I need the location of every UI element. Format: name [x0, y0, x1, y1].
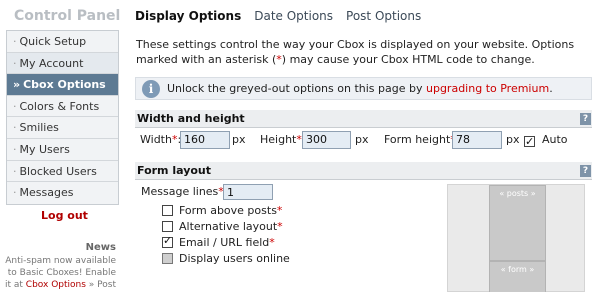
message-lines-row: Message lines*:: [141, 184, 273, 200]
height-input[interactable]: [302, 131, 351, 149]
form-height-label-text: Form height: [384, 133, 451, 146]
sidebar-item-quick-setup[interactable]: · Quick Setup: [7, 31, 118, 53]
email-url-field-checkbox[interactable]: [162, 234, 173, 248]
form-layout-heading: Form layout: [137, 164, 212, 177]
unlock-period: .: [549, 82, 553, 95]
sidebar-item-label: Cbox Options: [23, 78, 106, 92]
option-form-above-posts[interactable]: Form above posts*: [162, 204, 282, 217]
message-lines-label: Message lines*:: [141, 185, 228, 198]
unlock-banner: i Unlock the greyed-out options on this …: [135, 77, 592, 100]
message-lines-label-text: Message lines: [141, 185, 219, 198]
sidebar-item-smilies[interactable]: · Smilies: [7, 117, 118, 139]
control-panel-title: Control Panel: [14, 8, 121, 24]
width-height-heading: Width and height: [137, 112, 245, 125]
preview-posts-block: « posts »: [489, 185, 546, 261]
form-layout-section-header: Form layout ?: [135, 162, 592, 180]
auto-label: Auto: [542, 133, 568, 146]
unlock-message: Unlock the greyed-out options on this pa…: [167, 82, 423, 95]
upgrade-premium-link[interactable]: upgrading to Premium: [426, 82, 549, 95]
bullet-icon: ·: [13, 142, 17, 156]
option-label: Form above posts: [179, 204, 277, 217]
sidebar-item-blocked-users[interactable]: · Blocked Users: [7, 160, 118, 183]
required-marker: *: [276, 204, 283, 217]
sidebar-item-label: Quick Setup: [19, 35, 87, 48]
unlock-text: Unlock the greyed-out options on this pa…: [167, 82, 553, 95]
sidebar-item-my-account[interactable]: · My Account: [7, 52, 118, 75]
width-height-row: Width*: px Height*: px Form height*: px …: [140, 131, 568, 151]
width-label-text: Width: [140, 133, 172, 146]
sidebar-item-my-users[interactable]: · My Users: [7, 138, 118, 161]
news-text: Anti-spam now available to Basic Cboxes!…: [4, 255, 116, 291]
bullet-icon: ·: [13, 35, 17, 48]
form-height-unit: px: [506, 133, 520, 146]
required-marker: *: [277, 220, 283, 233]
height-label: Height*:: [260, 131, 306, 149]
sidebar-item-label: My Account: [19, 56, 84, 70]
bullet-icon: ·: [13, 186, 17, 200]
sidebar-item-label: Smilies: [19, 121, 59, 135]
help-icon[interactable]: ?: [580, 113, 591, 125]
help-icon[interactable]: ?: [580, 165, 591, 177]
preview-form-block: « form »: [489, 261, 546, 292]
sidebar-item-colors-fonts[interactable]: · Colors & Fonts: [7, 95, 118, 118]
sidebar-menu: · Quick Setup · My Account » Cbox Options ·…: [6, 30, 119, 205]
width-label: Width*:: [140, 131, 181, 149]
bullet-icon: ·: [13, 56, 17, 70]
sidebar-item-messages[interactable]: · Messages: [7, 182, 118, 204]
height-unit: px: [355, 133, 369, 146]
info-icon: i: [142, 80, 160, 98]
width-height-section-header: Width and height ?: [135, 110, 592, 128]
intro-text: These settings control the way your Cbox…: [136, 37, 591, 67]
tab-post-options[interactable]: Post Options: [346, 9, 421, 23]
alternative-layout-checkbox[interactable]: [162, 220, 173, 232]
option-label: Display users online: [179, 252, 290, 265]
option-display-users-online: Display users online: [162, 252, 290, 265]
width-input[interactable]: [180, 131, 230, 149]
news-text-tail: » Post: [88, 280, 116, 290]
form-height-label: Form height*:: [384, 131, 460, 149]
news-heading: News: [85, 242, 116, 253]
height-label-text: Height: [260, 133, 297, 146]
logout-link[interactable]: Log out: [41, 209, 88, 222]
sidebar-item-label: Messages: [19, 186, 74, 200]
bullet-icon: ·: [13, 99, 17, 113]
message-lines-input[interactable]: [223, 184, 273, 200]
bullet-icon: ·: [13, 164, 17, 178]
sidebar-item-label: My Users: [19, 142, 70, 156]
tab-display-options[interactable]: Display Options: [135, 9, 241, 23]
sidebar: Control Panel · Quick Setup · My Account »…: [0, 0, 124, 292]
width-unit: px: [232, 133, 246, 146]
sidebar-item-cbox-options[interactable]: » Cbox Options: [7, 74, 118, 96]
display-users-online-checkbox: [162, 252, 173, 264]
news-cbox-options-link[interactable]: Cbox Options: [26, 280, 86, 290]
auto-checkbox[interactable]: [524, 133, 535, 151]
sidebar-item-label: Blocked Users: [19, 164, 97, 178]
option-email-url-field[interactable]: Email / URL field*: [162, 234, 275, 249]
form-above-posts-checkbox[interactable]: [162, 204, 173, 216]
tab-date-options[interactable]: Date Options: [254, 9, 333, 23]
option-label: Email / URL field: [179, 236, 270, 249]
sidebar-item-label: Colors & Fonts: [19, 99, 100, 113]
double-chevron-icon: »: [13, 78, 21, 92]
intro-text-part2: ) may cause your Cbox HTML code to chang…: [281, 53, 535, 66]
option-label: Alternative layout: [179, 220, 278, 233]
layout-preview: « posts » « form »: [447, 184, 585, 292]
options-tabs: Display Options Date Options Post Option…: [135, 9, 421, 23]
bullet-icon: ·: [13, 121, 17, 135]
form-height-input[interactable]: [452, 131, 502, 149]
required-marker: *: [269, 236, 275, 249]
option-alternative-layout[interactable]: Alternative layout*: [162, 220, 283, 233]
